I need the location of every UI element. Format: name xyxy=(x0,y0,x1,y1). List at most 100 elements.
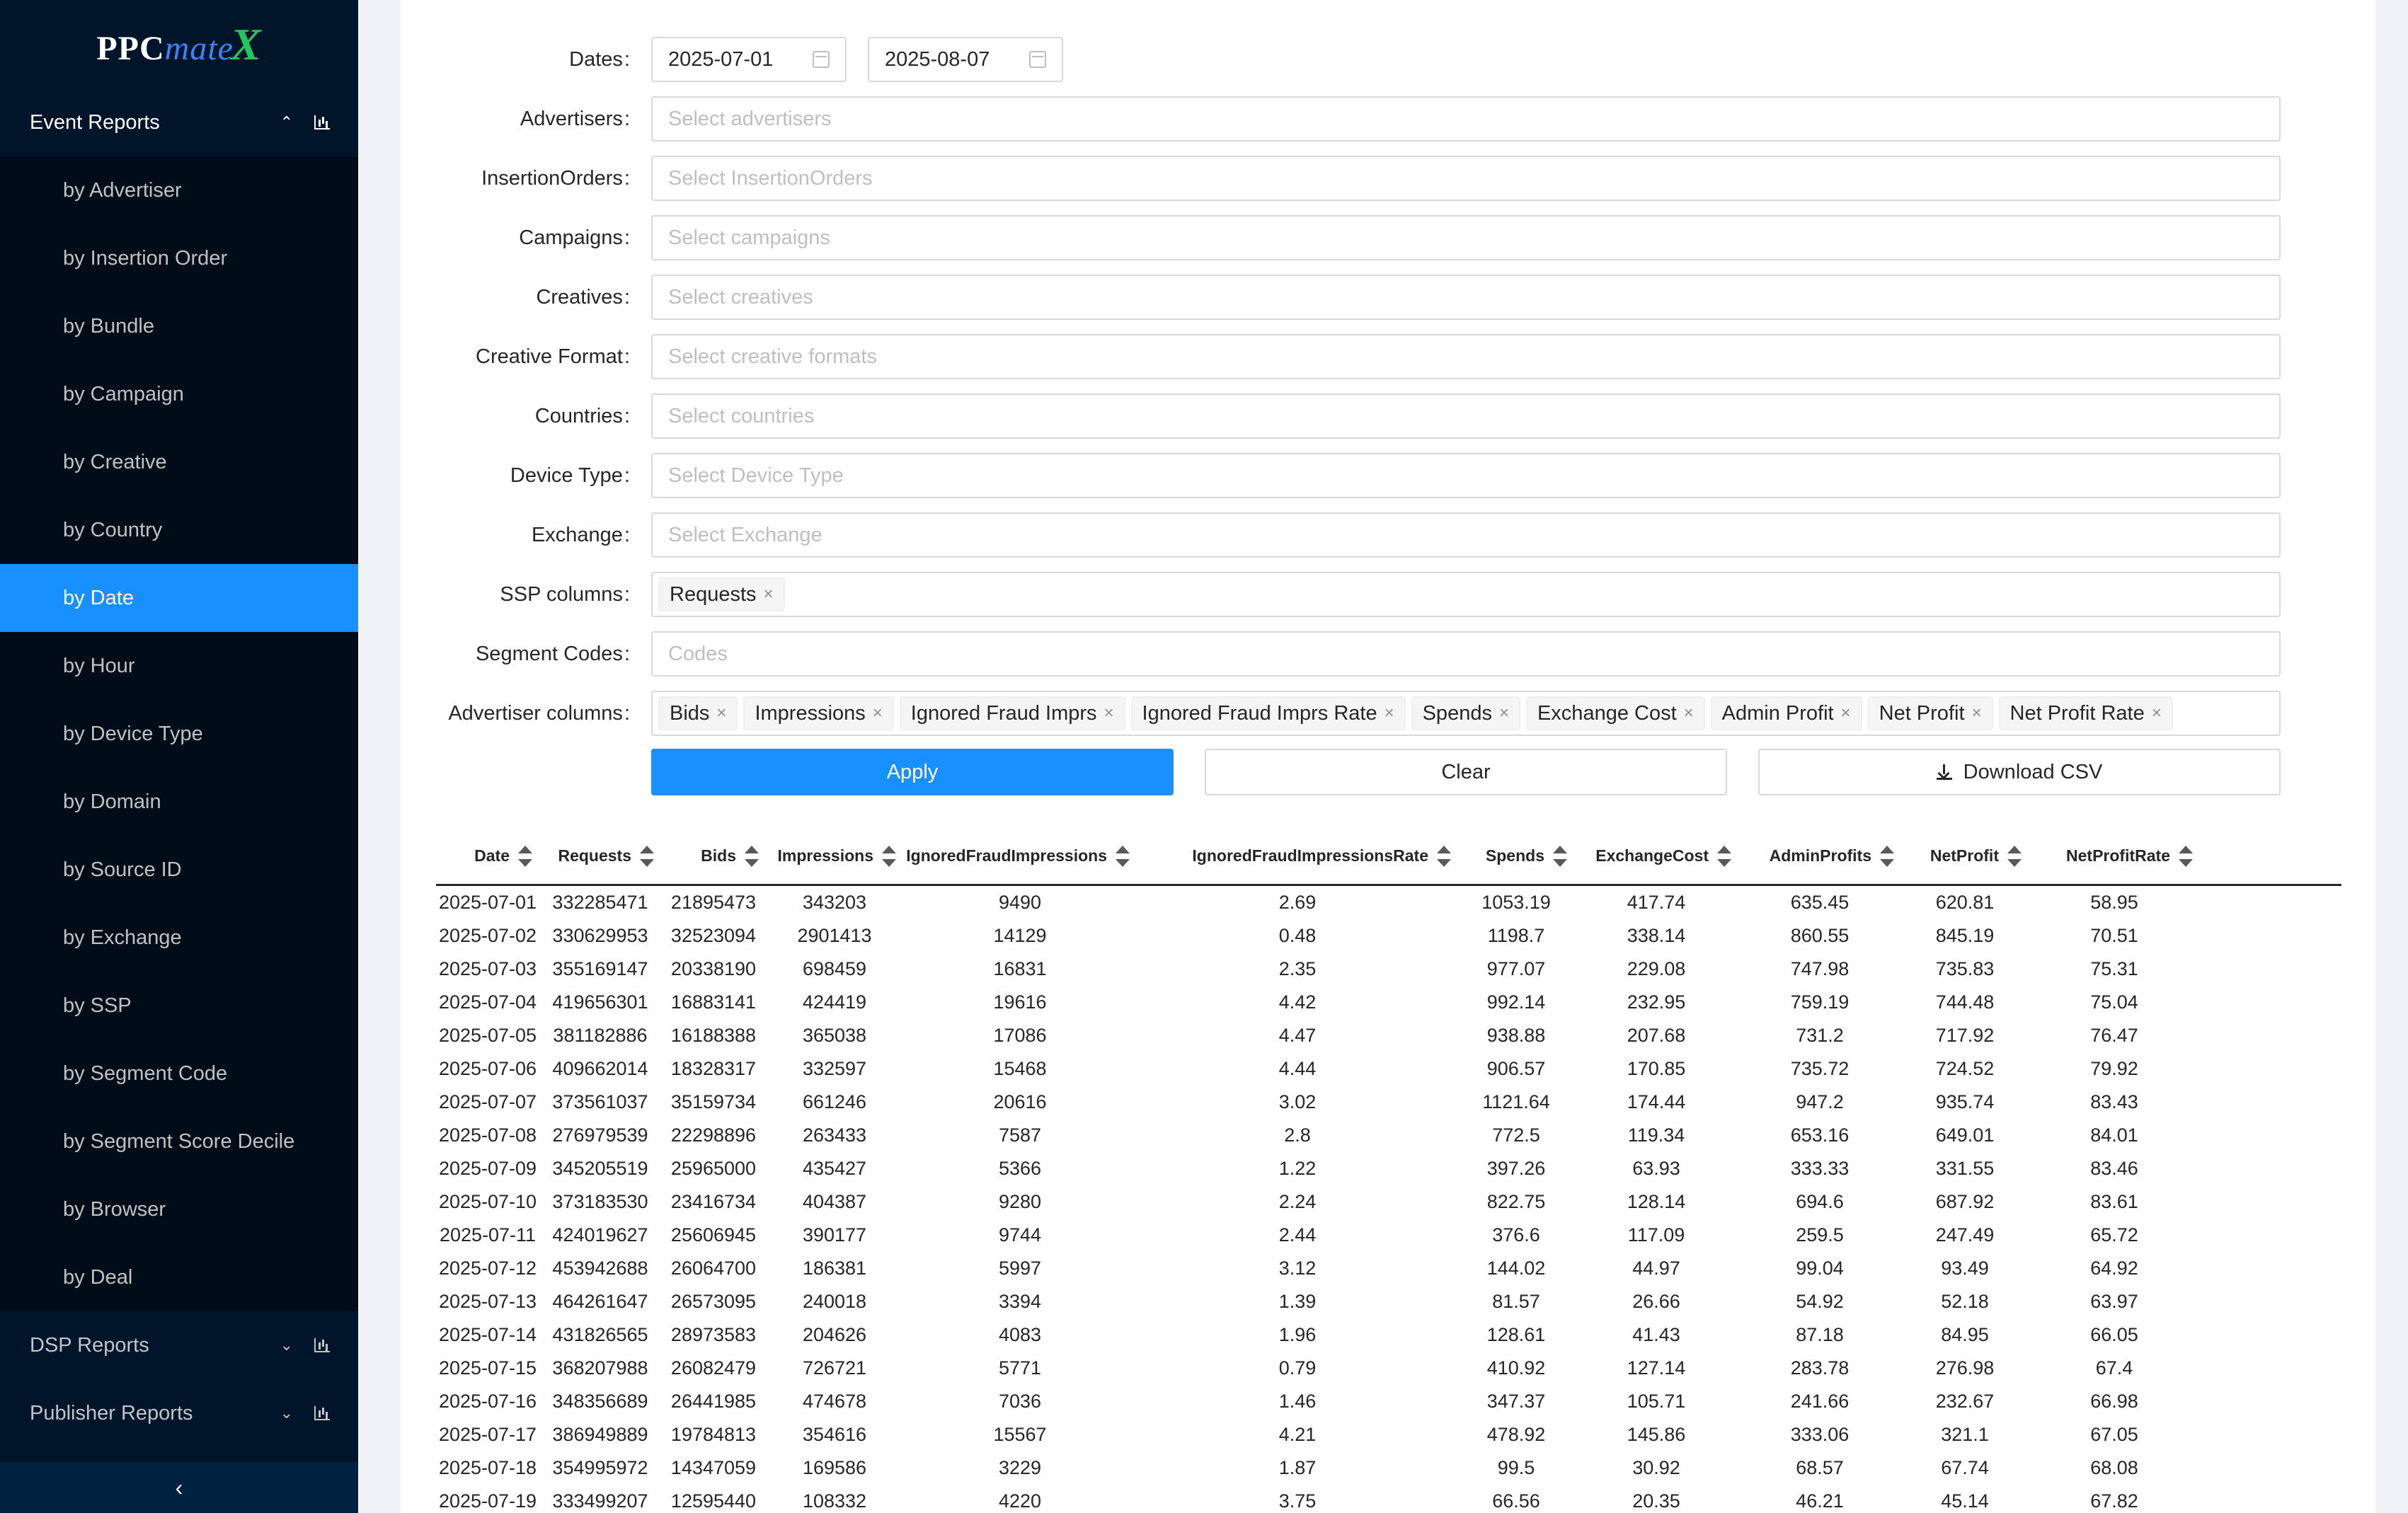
exchange-select[interactable]: Select Exchange xyxy=(651,512,2281,558)
column-header[interactable]: Requests xyxy=(539,828,661,884)
sort-icon[interactable] xyxy=(1880,845,1894,867)
column-header[interactable]: Bids xyxy=(661,828,766,884)
close-icon[interactable]: × xyxy=(1972,703,1982,723)
table-cell: 2025-07-03 xyxy=(438,958,537,979)
creatives-select[interactable]: Select creatives xyxy=(651,275,2281,320)
sidebar-item-by-hour[interactable]: by Hour xyxy=(0,632,358,700)
close-icon[interactable]: × xyxy=(1104,703,1114,723)
filter-countries: Countries Select countries xyxy=(401,393,2375,439)
close-icon[interactable]: × xyxy=(1684,703,1694,723)
table-cell: 83.46 xyxy=(2090,1158,2138,1179)
sidebar-item-by-ssp[interactable]: by SSP xyxy=(0,972,358,1040)
campaigns-select[interactable]: Select campaigns xyxy=(651,215,2281,260)
close-icon[interactable]: × xyxy=(2152,703,2162,723)
ssp-columns-select[interactable]: Requests × xyxy=(651,572,2281,617)
sidebar-item-by-source-id[interactable]: by Source ID xyxy=(0,836,358,904)
table-cell: 66.56 xyxy=(1492,1490,1540,1512)
menu-group-publisher-reports[interactable]: Publisher Reports ⌄ xyxy=(0,1379,358,1447)
sort-icon[interactable] xyxy=(640,845,654,867)
table-cell: 26064700 xyxy=(670,1258,757,1279)
column-header-label: ExchangeCost xyxy=(1595,846,1709,865)
filter-segment-codes: Segment Codes Codes xyxy=(401,631,2375,677)
sidebar-collapse-button[interactable]: ‹ xyxy=(0,1462,358,1513)
table-cell: 653.16 xyxy=(1790,1124,1850,1146)
column-header[interactable]: NetProfitRate xyxy=(2029,828,2200,884)
column-header[interactable]: Spends xyxy=(1458,828,1574,884)
table-row: 2025-07-04 419656301 16883141 424419 19616 4.… xyxy=(436,986,2341,1019)
menu-group-event-reports[interactable]: Event Reports ⌃ xyxy=(0,88,358,156)
table-cell: 332285471 xyxy=(552,892,648,913)
sidebar-item-by-segment-code[interactable]: by Segment Code xyxy=(0,1040,358,1108)
table-cell: 66.98 xyxy=(2090,1391,2138,1412)
close-icon[interactable]: × xyxy=(873,703,883,723)
sort-icon[interactable] xyxy=(518,845,532,867)
table-cell: 698459 xyxy=(802,958,867,979)
close-icon[interactable]: × xyxy=(716,703,726,723)
sidebar-item-by-insertion-order[interactable]: by Insertion Order xyxy=(0,224,358,292)
sidebar-item-by-date[interactable]: by Date xyxy=(0,564,358,632)
campaigns-label: Campaigns xyxy=(401,226,640,250)
advertiser-columns-select[interactable]: Bids × Impressions × Ignored Fraud Imprs × Ign… xyxy=(651,691,2281,736)
table-cell: 20616 xyxy=(993,1091,1047,1112)
table-cell: 54.92 xyxy=(1796,1291,1844,1312)
end-date-input[interactable]: 2025-08-07 xyxy=(868,37,1063,82)
table-cell: 2.24 xyxy=(1278,1191,1317,1212)
column-header[interactable]: AdminProfits xyxy=(1738,828,1901,884)
sidebar-item-by-device-type[interactable]: by Device Type xyxy=(0,700,358,768)
column-header[interactable]: Impressions xyxy=(766,828,903,884)
table-cell: 232.67 xyxy=(1935,1391,1995,1412)
close-icon[interactable]: × xyxy=(1384,703,1394,723)
sidebar-item-by-campaign[interactable]: by Campaign xyxy=(0,360,358,428)
sidebar-item-label: by Domain xyxy=(63,790,161,813)
apply-button[interactable]: Apply xyxy=(651,749,1174,795)
column-header[interactable]: ExchangeCost xyxy=(1574,828,1738,884)
table-cell: 26573095 xyxy=(670,1291,757,1312)
column-header[interactable]: NetProfit xyxy=(1901,828,2029,884)
close-icon[interactable]: × xyxy=(764,585,774,604)
sort-icon[interactable] xyxy=(2007,845,2022,867)
sidebar-item-by-advertiser[interactable]: by Advertiser xyxy=(0,156,358,224)
sort-icon[interactable] xyxy=(1553,845,1567,867)
sidebar-item-by-creative[interactable]: by Creative xyxy=(0,428,358,496)
device-type-select[interactable]: Select Device Type xyxy=(651,453,2281,498)
column-header[interactable]: Date xyxy=(436,828,539,884)
sort-icon[interactable] xyxy=(1717,845,1731,867)
table-cell: 2025-07-10 xyxy=(438,1191,537,1212)
menu-group-dsp-reports[interactable]: DSP Reports ⌄ xyxy=(0,1311,358,1379)
sidebar-item-by-segment-score-decile[interactable]: by Segment Score Decile xyxy=(0,1108,358,1175)
segment-codes-input[interactable]: Codes xyxy=(651,631,2281,677)
column-header[interactable]: IgnoredFraudImpressionsRate xyxy=(1137,828,1458,884)
advertisers-select[interactable]: Select advertisers xyxy=(651,96,2281,142)
table-cell: 9744 xyxy=(998,1224,1042,1246)
sort-icon[interactable] xyxy=(882,845,896,867)
close-icon[interactable]: × xyxy=(1841,703,1851,723)
sidebar-item-by-browser[interactable]: by Browser xyxy=(0,1175,358,1243)
filter-dates: Dates 2025-07-01 2025-08-07 xyxy=(401,37,2375,82)
download-csv-button[interactable]: Download CSV xyxy=(1758,749,2281,795)
sidebar-item-by-domain[interactable]: by Domain xyxy=(0,768,358,836)
countries-select[interactable]: Select countries xyxy=(651,393,2281,439)
sort-icon[interactable] xyxy=(745,845,759,867)
start-date-input[interactable]: 2025-07-01 xyxy=(651,37,847,82)
insertion-orders-select[interactable]: Select InsertionOrders xyxy=(651,156,2281,201)
close-icon[interactable]: × xyxy=(1499,703,1509,723)
creative-format-select[interactable]: Select creative formats xyxy=(651,334,2281,379)
table-cell: 28973583 xyxy=(670,1324,757,1345)
table-cell: 207.68 xyxy=(1627,1025,1686,1046)
sidebar-item-by-country[interactable]: by Country xyxy=(0,496,358,564)
sidebar-item-by-exchange[interactable]: by Exchange xyxy=(0,904,358,972)
column-header[interactable]: IgnoredFraudImpressions xyxy=(903,828,1137,884)
table-cell: 620.81 xyxy=(1935,892,1995,913)
table-cell: 52.18 xyxy=(1941,1291,1989,1312)
sidebar-item-by-bundle[interactable]: by Bundle xyxy=(0,292,358,360)
sort-icon[interactable] xyxy=(1116,845,1130,867)
sidebar-item-by-deal[interactable]: by Deal xyxy=(0,1243,358,1311)
table-cell: 32523094 xyxy=(670,925,757,946)
sort-icon[interactable] xyxy=(2179,845,2193,867)
sort-icon[interactable] xyxy=(1437,845,1451,867)
table-cell: 117.09 xyxy=(1627,1224,1685,1246)
table-cell: 16188388 xyxy=(670,1025,757,1046)
table-cell: 99.5 xyxy=(1497,1457,1535,1478)
table-cell: 67.82 xyxy=(2090,1490,2138,1512)
clear-button[interactable]: Clear xyxy=(1205,749,1727,795)
